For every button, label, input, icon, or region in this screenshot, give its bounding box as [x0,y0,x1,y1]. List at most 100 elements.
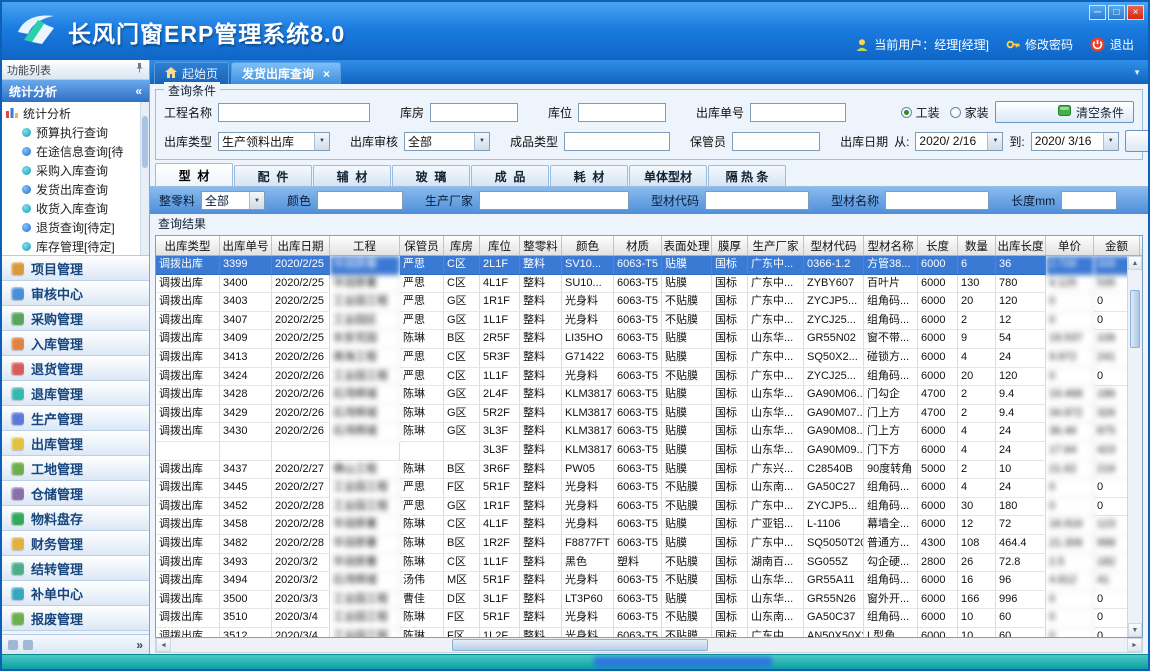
tree-item[interactable]: 收货入库查询 [2,199,149,218]
sidebar-module[interactable]: 工地管理 [2,456,149,481]
column-header[interactable]: 材质 [614,236,662,255]
tree-item[interactable]: 库存管理[待定] [2,237,149,256]
list-view-icon[interactable] [8,640,18,650]
tab-shipping-outbound-query[interactable]: 发货出库查询 × [231,62,341,84]
tree-item[interactable]: 预算执行查询 [2,123,149,142]
clear-conditions-button[interactable]: 清空条件 [995,101,1134,123]
material-tab[interactable]: 隔 热 条 [708,165,786,186]
sidebar-module[interactable]: 项目管理 [2,256,149,281]
scrollbar-thumb[interactable] [142,116,148,168]
tree-item[interactable]: 在途信息查询[待 [2,142,149,161]
outbound-audit-select[interactable]: 全部▼ [404,132,490,151]
table-row[interactable]: 调拨出库34132020/2/26南海工程严思C区5R3F整料G71422606… [156,349,1142,368]
sidebar-module[interactable]: 结转管理 [2,556,149,581]
column-header[interactable]: 膜厚 [712,236,748,255]
scrollbar-thumb[interactable] [452,639,708,651]
sidebar-module[interactable]: 审核中心 [2,281,149,306]
scroll-down-icon[interactable]: ▼ [1128,623,1142,637]
date-to-select[interactable]: 2020/ 3/16▼ [1031,132,1119,151]
column-header[interactable]: 长度 [918,236,958,255]
sidebar-module[interactable]: 补单中心 [2,581,149,606]
column-header[interactable]: 整零料 [520,236,562,255]
tab-start-page[interactable]: 起始页 [154,62,229,84]
tree-root[interactable]: 统计分析 [2,104,149,123]
column-header[interactable]: 数量 [958,236,996,255]
table-row[interactable]: 调拨出库34452020/2/27工业园工程严思F区5R1F整料光身料6063-… [156,479,1142,498]
table-row[interactable]: 调拨出库34032020/2/25工业园工程严思G区1R1F整料光身料6063-… [156,293,1142,312]
column-header[interactable]: 出库类型 [156,236,220,255]
chevron-down-icon[interactable]: ▼ [249,192,264,209]
material-tab[interactable]: 成 品 [471,165,549,186]
warehouse-input[interactable] [430,103,518,122]
expand-icon[interactable]: » [136,638,143,652]
column-header[interactable]: 表面处理 [662,236,712,255]
table-row[interactable]: 调拨出库33992020/2/25华润原著严思C区2L1F整料SV10...60… [156,256,1142,275]
table-row[interactable]: 调拨出库35122020/3/4工业园工程陈琳F区1L2F整料光身料6063-T… [156,628,1142,637]
table-row[interactable]: 调拨出库34302020/2/26石湾辉城陈琳G区3L3F整料KLM381760… [156,423,1142,442]
column-header[interactable]: 金额 [1094,236,1140,255]
tab-list-dropdown-icon[interactable]: ▼ [1133,68,1141,77]
sidebar-module[interactable]: 物料盘存 [2,506,149,531]
vertical-scrollbar[interactable]: ▲ ▼ [1127,256,1142,637]
manufacturer-input[interactable] [479,191,629,210]
search-button[interactable]: 查 询 [1125,130,1150,152]
column-header[interactable]: 出库日期 [272,236,330,255]
table-row[interactable]: 调拨出库34372020/2/27佛山工程陈琳B区3R6F整料PW056063-… [156,461,1142,480]
sidebar-module[interactable]: 报废管理 [2,606,149,631]
table-row[interactable]: 调拨出库34092020/2/25长安花园陈琳B区2R5F整料LI35HO606… [156,330,1142,349]
change-password-link[interactable]: 修改密码 [1025,36,1073,53]
close-button[interactable]: × [1127,5,1144,20]
chevron-down-icon[interactable]: ▼ [314,133,329,150]
location-input[interactable] [578,103,666,122]
column-header[interactable]: 库位 [480,236,520,255]
table-row[interactable]: 调拨出库34002020/2/25华润原著严思C区4L1F整料SU10...60… [156,275,1142,294]
sidebar-module[interactable]: 入库管理 [2,331,149,356]
date-from-select[interactable]: 2020/ 2/16▼ [915,132,1003,151]
table-row[interactable]: 调拨出库35002020/3/3工业园工程曹佳D区3L1F整料LT3P60606… [156,591,1142,610]
outbound-order-no-input[interactable] [750,103,846,122]
color-input[interactable] [317,191,403,210]
chevron-down-icon[interactable]: ▼ [474,133,489,150]
column-header[interactable]: 保管员 [400,236,444,255]
table-row[interactable]: 调拨出库34822020/2/28华润原著陈琳B区1R2F整料F8877FT60… [156,535,1142,554]
logout-link[interactable]: 退出 [1110,36,1134,53]
tree-item[interactable]: 退货查询[待定] [2,218,149,237]
pin-icon[interactable] [135,63,144,76]
horizontal-scrollbar[interactable]: ◄ ► [155,638,1143,653]
sidebar-module[interactable]: 退库管理 [2,381,149,406]
scroll-right-icon[interactable]: ► [1127,638,1142,652]
column-header[interactable]: 单价 [1046,236,1094,255]
sidebar-module[interactable]: 财务管理 [2,531,149,556]
whole-part-select[interactable]: 全部▼ [201,191,265,210]
sidebar-module[interactable]: 采购管理 [2,306,149,331]
tree-item[interactable]: 采购入库查询 [2,161,149,180]
scroll-up-icon[interactable]: ▲ [1128,256,1142,270]
column-header[interactable]: 工程 [330,236,400,255]
table-row[interactable]: 调拨出库34942020/3/2石湾辉城汤伟M区5R1F整料光身料6063-T5… [156,572,1142,591]
column-header[interactable]: 型材名称 [864,236,918,255]
tree-item[interactable]: 发货出库查询 [2,180,149,199]
column-header[interactable]: 颜色 [562,236,614,255]
sidebar-module[interactable]: 出库管理 [2,431,149,456]
material-tab[interactable]: 配 件 [234,165,312,186]
table-row[interactable]: 调拨出库34582020/2/28华润原著陈琳C区4L1F整料光身料6063-T… [156,516,1142,535]
grid-view-icon[interactable] [23,640,33,650]
minimize-button[interactable]: ─ [1089,5,1106,20]
profile-code-input[interactable] [705,191,809,210]
length-input[interactable] [1061,191,1117,210]
table-row[interactable]: 3L3F整料KLM38176063-T5贴膜国标山东华...GA90M09...… [156,442,1142,461]
table-row[interactable]: 调拨出库34522020/2/28工业园工程严思G区1R1F整料光身料6063-… [156,498,1142,517]
collapse-icon[interactable]: « [135,84,142,98]
sidebar-section-header[interactable]: 统计分析 « [2,80,149,102]
column-header[interactable]: 出库长度 [996,236,1046,255]
table-row[interactable]: 调拨出库34242020/2/26工业园工程严思C区1L1F整料光身料6063-… [156,368,1142,387]
chevron-down-icon[interactable]: ▼ [1103,133,1118,150]
maximize-button[interactable]: □ [1108,5,1125,20]
profile-name-input[interactable] [885,191,989,210]
table-row[interactable]: 调拨出库34072020/2/25工业园区严思G区1L1F整料光身料6063-T… [156,312,1142,331]
keeper-input[interactable] [732,132,820,151]
material-tab[interactable]: 单体型材 [629,165,707,186]
table-row[interactable]: 调拨出库34282020/2/26石湾辉城陈琳G区2L4F整料KLM381760… [156,386,1142,405]
scrollbar-thumb[interactable] [1130,290,1140,348]
column-header[interactable]: 库房 [444,236,480,255]
